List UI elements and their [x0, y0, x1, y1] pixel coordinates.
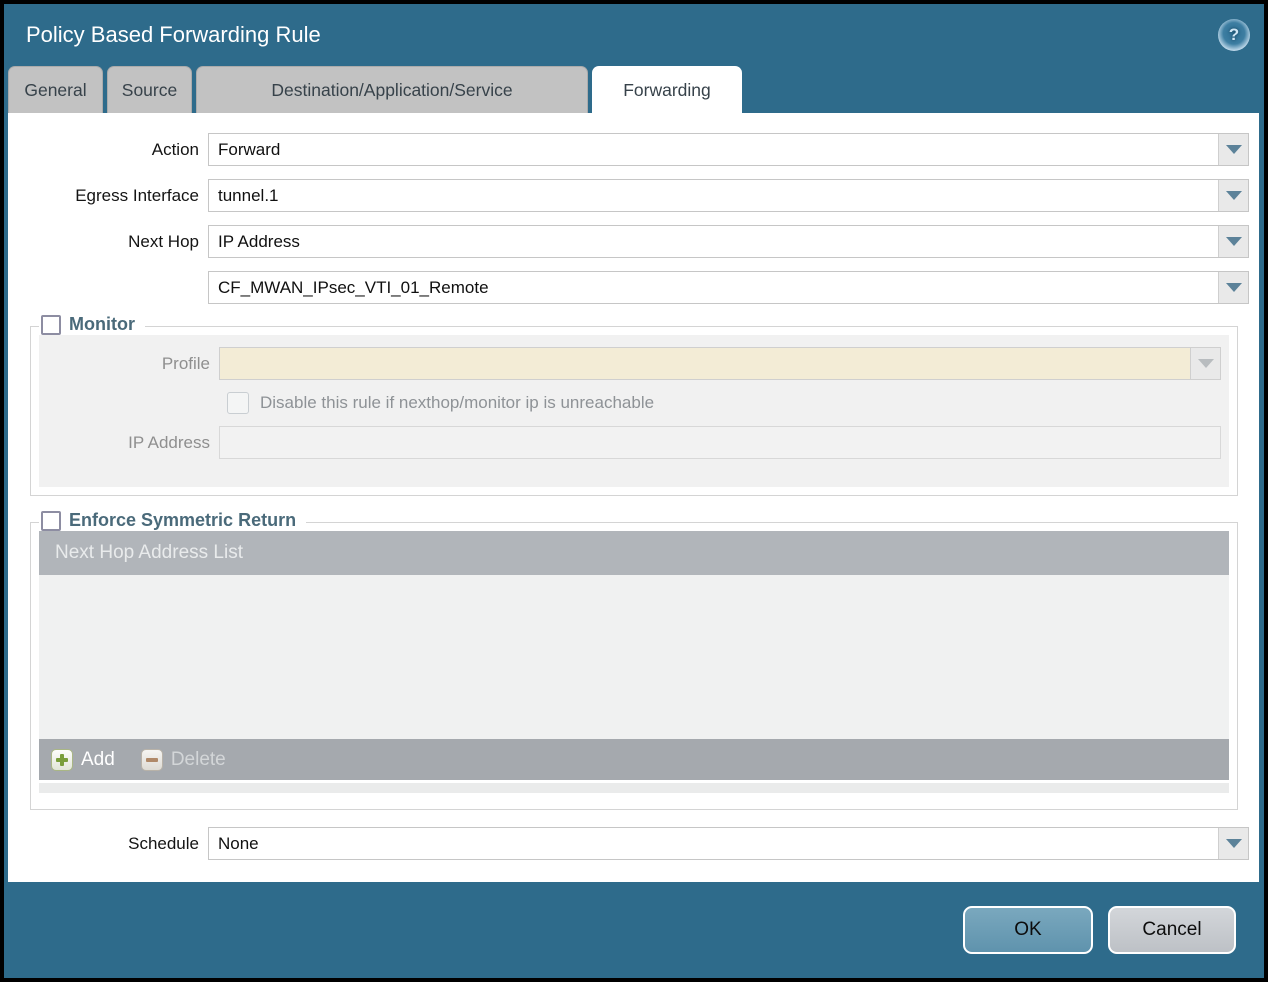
action-label: Action	[151, 139, 199, 159]
profile-value	[220, 348, 1190, 379]
forwarding-tab-panel: Action Forward Egress Interface tunnel.1…	[8, 113, 1259, 882]
schedule-row: Schedule None	[8, 827, 1249, 860]
cancel-button[interactable]: Cancel	[1108, 906, 1236, 954]
plus-icon	[51, 748, 73, 771]
add-button-label: Add	[81, 748, 115, 770]
dialog-titlebar: Policy Based Forwarding Rule ?	[4, 4, 1264, 66]
tab-general[interactable]: General	[8, 66, 103, 113]
egress-interface-label: Egress Interface	[75, 185, 199, 205]
next-hop-address-list-toolbar: Add Delete	[39, 739, 1229, 780]
profile-label: Profile	[161, 353, 210, 373]
next-hop-address-value: CF_MWAN_IPsec_VTI_01_Remote	[218, 277, 489, 297]
schedule-dropdown[interactable]: None	[208, 827, 1249, 860]
schedule-dropdown-button[interactable]	[1218, 828, 1248, 859]
next-hop-address-list-body[interactable]	[39, 575, 1229, 739]
egress-interface-row: Egress Interface tunnel.1	[8, 179, 1249, 212]
next-hop-address-dropdown[interactable]: CF_MWAN_IPsec_VTI_01_Remote	[208, 271, 1249, 304]
help-icon[interactable]: ?	[1218, 19, 1250, 51]
tab-destination-application-service[interactable]: Destination/Application/Service	[196, 66, 588, 113]
tab-bar: General Source Destination/Application/S…	[4, 66, 1264, 113]
monitor-section: Monitor Profile Disable this rule if nex…	[30, 314, 1238, 496]
chevron-down-icon	[1225, 191, 1242, 200]
schedule-value: None	[218, 833, 259, 853]
next-hop-type-value: IP Address	[218, 231, 300, 251]
ok-button[interactable]: OK	[963, 906, 1093, 954]
monitor-ip-address-value	[220, 427, 1220, 458]
chevron-down-icon	[1225, 145, 1242, 154]
action-value: Forward	[218, 139, 281, 159]
disable-rule-row: Disable this rule if nexthop/monitor ip …	[227, 392, 1221, 414]
tab-forwarding[interactable]: Forwarding	[592, 66, 742, 113]
next-hop-row: Next Hop IP Address	[8, 225, 1249, 258]
next-hop-type-dropdown-button[interactable]	[1218, 226, 1248, 257]
add-button[interactable]: Add	[51, 748, 115, 771]
chevron-down-icon	[1225, 237, 1242, 246]
enforce-symmetric-return-legend-label: Enforce Symmetric Return	[69, 510, 297, 530]
monitor-ip-address-label: IP Address	[128, 432, 210, 452]
dialog-footer: OK Cancel	[4, 882, 1264, 978]
tab-source[interactable]: Source	[107, 66, 192, 113]
monitor-legend-label: Monitor	[69, 314, 135, 334]
chevron-down-icon	[1225, 283, 1242, 292]
policy-based-forwarding-dialog: Policy Based Forwarding Rule ? General S…	[0, 0, 1268, 982]
enforce-symmetric-return-section: Enforce Symmetric Return Next Hop Addres…	[30, 510, 1238, 810]
table-scrollbar-track	[39, 783, 1229, 793]
schedule-label: Schedule	[128, 833, 199, 853]
delete-button-label: Delete	[170, 748, 226, 770]
enforce-symmetric-return-legend: Enforce Symmetric Return	[39, 510, 307, 531]
minus-icon	[140, 748, 163, 771]
egress-interface-value: tunnel.1	[218, 185, 279, 205]
disable-rule-label: Disable this rule if nexthop/monitor ip …	[260, 393, 655, 412]
disable-rule-checkbox	[227, 392, 249, 414]
chevron-down-icon	[1225, 839, 1242, 848]
monitor-legend: Monitor	[39, 314, 145, 335]
action-dropdown[interactable]: Forward	[208, 133, 1249, 166]
egress-interface-dropdown-button[interactable]	[1218, 180, 1248, 211]
profile-dropdown	[219, 347, 1221, 380]
monitor-ip-address-row: IP Address	[39, 426, 1221, 459]
next-hop-label: Next Hop	[128, 231, 199, 251]
egress-interface-dropdown[interactable]: tunnel.1	[208, 179, 1249, 212]
next-hop-address-dropdown-button[interactable]	[1218, 272, 1248, 303]
action-row: Action Forward	[8, 133, 1249, 166]
next-hop-address-row: CF_MWAN_IPsec_VTI_01_Remote	[8, 271, 1249, 304]
monitor-checkbox[interactable]	[41, 314, 61, 335]
next-hop-address-list-header: Next Hop Address List	[39, 531, 1229, 575]
monitor-ip-address-input	[219, 426, 1221, 459]
next-hop-type-dropdown[interactable]: IP Address	[208, 225, 1249, 258]
profile-dropdown-button	[1190, 348, 1220, 379]
monitor-panel: Profile Disable this rule if nexthop/mon…	[39, 335, 1229, 487]
enforce-symmetric-return-checkbox[interactable]	[41, 510, 61, 531]
next-hop-address-list-table: Next Hop Address List Add Delete	[39, 531, 1229, 780]
dialog-title: Policy Based Forwarding Rule	[26, 22, 321, 47]
profile-row: Profile	[39, 347, 1221, 380]
chevron-down-icon	[1197, 359, 1214, 368]
action-dropdown-button[interactable]	[1218, 134, 1248, 165]
delete-button: Delete	[140, 748, 226, 771]
